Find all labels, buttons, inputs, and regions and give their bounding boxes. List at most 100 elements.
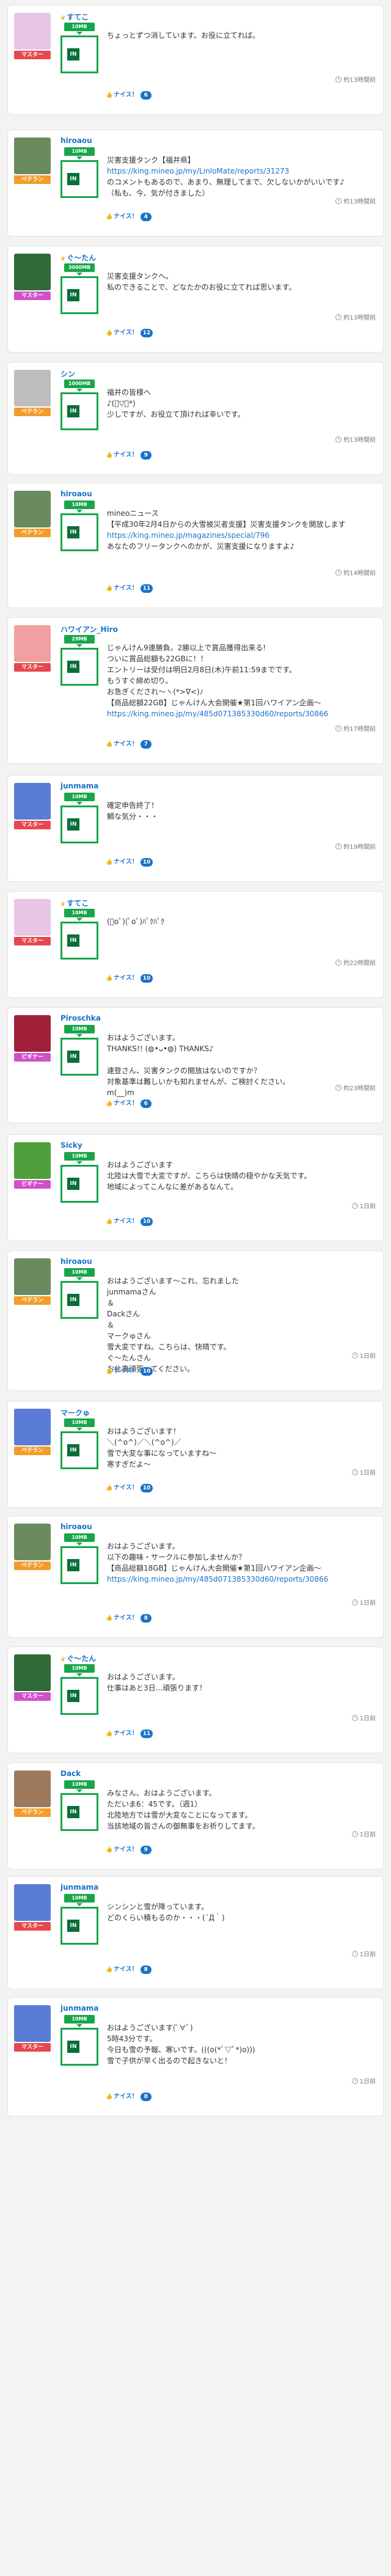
avatar[interactable] <box>14 1409 51 1445</box>
thumbs-up-icon: 👍 <box>106 330 113 336</box>
down-arrow-icon <box>76 1034 82 1037</box>
message-link[interactable]: https://king.mineo.jp/magazines/special/… <box>107 531 269 540</box>
user-name-link[interactable]: junmama <box>60 1883 98 1892</box>
nice-button[interactable]: 👍 ナイス！ 10 <box>106 1365 153 1376</box>
user-name-link[interactable]: Dack <box>60 1769 81 1778</box>
nice-label: ナイス！ <box>114 1846 138 1853</box>
avatar[interactable] <box>14 625 51 662</box>
tank-in-label: IN <box>67 818 79 831</box>
data-plan-indicator: 10MB IN <box>60 1152 98 1203</box>
avatar[interactable] <box>14 138 51 174</box>
user-name: hiroaou <box>60 1257 92 1266</box>
avatar[interactable] <box>14 1524 51 1560</box>
user-name-link[interactable]: hiroaou <box>60 1522 92 1531</box>
nice-label: ナイス！ <box>114 1615 138 1621</box>
down-arrow-icon <box>76 1277 82 1280</box>
nice-label: ナイス！ <box>114 1100 138 1107</box>
user-name-link[interactable]: ♛ すてこ <box>60 898 89 908</box>
user-name-link[interactable]: junmama <box>60 2004 98 2013</box>
thumbs-up-icon: 👍 <box>106 1847 113 1853</box>
avatar-image <box>14 1654 51 1691</box>
avatar[interactable] <box>14 783 51 820</box>
avatar[interactable] <box>14 1015 51 1052</box>
nice-button[interactable]: 👍 ナイス！ 10 <box>106 1482 153 1492</box>
tank-box: IN <box>60 392 98 430</box>
nice-button[interactable]: 👍 ナイス！ 8 <box>106 2091 152 2101</box>
post-message: おはようございます。 仕事はあと3日...頑張ります！ <box>107 1671 359 1693</box>
post-timestamp: 約23時間前 <box>335 1083 376 1092</box>
nice-button[interactable]: 👍 ナイス！ 4 <box>106 211 152 221</box>
tank-in-label: IN <box>67 173 79 185</box>
message-text: おはようございます。 仕事はあと3日...頑張ります！ <box>107 1673 207 1692</box>
post-message: ちょっとずつ消しています。お役に立てれば。 <box>107 30 359 41</box>
post-message: 福井の皆様へ ♪(ﾟ▽ﾟ*) 少しですが、お役立て頂ければ幸いです。 <box>107 387 359 420</box>
nice-button[interactable]: 👍 ナイス！ 6 <box>106 1098 152 1108</box>
clock-icon <box>335 314 342 320</box>
avatar[interactable] <box>14 1884 51 1921</box>
user-name-link[interactable]: hiroaou <box>60 490 92 498</box>
avatar[interactable] <box>14 899 51 936</box>
avatar[interactable] <box>14 2005 51 2042</box>
user-name-link[interactable]: hiroaou <box>60 136 92 145</box>
message-text: おはようございます〜これ、忘れました junmamaさん ＆ Dackさん ＆ … <box>107 1277 239 1373</box>
message-link[interactable]: https://king.mineo.jp/my/485d071385330d6… <box>107 1575 328 1583</box>
nice-button[interactable]: 👍 ナイス！ 11 <box>106 1728 153 1738</box>
post-card: マスター junmama 10MB IN シンシンと雪が降っています。 どのくらい積もる… <box>7 1876 384 1989</box>
post-card: マスター ♛ ぐ〜たん 10MB IN おはようございます。 仕事はあと3日...頑張りま… <box>7 1646 384 1753</box>
data-plan-indicator: 3000MB IN <box>60 263 98 314</box>
nice-button[interactable]: 👍 ナイス！ 12 <box>106 327 153 337</box>
avatar[interactable] <box>14 1654 51 1691</box>
nice-button[interactable]: 👍 ナイス！ 11 <box>106 582 153 593</box>
avatar[interactable] <box>14 1258 51 1295</box>
nice-button[interactable]: 👍 ナイス！ 8 <box>106 1612 152 1623</box>
message-link[interactable]: https://king.mineo.jp/my/485d071385330d6… <box>107 710 328 718</box>
avatar[interactable] <box>14 491 51 527</box>
tank-box: IN <box>60 1431 98 1469</box>
message-link[interactable]: https://king.mineo.jp/my/LinloMate/repor… <box>107 167 289 175</box>
nice-button[interactable]: 👍 ナイス！ 7 <box>106 738 152 749</box>
user-name-link[interactable]: junmama <box>60 782 98 790</box>
rank-badge: ベテラン <box>14 408 51 416</box>
thumbs-up-icon: 👍 <box>106 1368 113 1374</box>
plan-size-label: 10MB <box>64 909 95 917</box>
nice-button[interactable]: 👍 ナイス！ 10 <box>106 1216 153 1226</box>
user-name-link[interactable]: シン <box>60 369 75 379</box>
post-timestamp: 1日前 <box>351 1949 376 1958</box>
user-name-link[interactable]: Sicky <box>60 1141 82 1150</box>
nice-button[interactable]: 👍 ナイス！ 6 <box>106 89 152 100</box>
plan-size-label: 10MB <box>64 1894 95 1903</box>
nice-button[interactable]: 👍 ナイス！ 10 <box>106 856 153 867</box>
nice-count: 4 <box>140 213 152 221</box>
post-message: おはようございます。 以下の趣味・サークルに参加しませんか？ 【商品総額18GB… <box>107 1541 359 1585</box>
nice-label: ナイス！ <box>114 585 138 592</box>
avatar-image <box>14 370 51 406</box>
user-name: junmama <box>60 1883 99 1892</box>
avatar-image <box>14 1771 51 1807</box>
plan-size-label: 10MB <box>64 23 95 31</box>
user-name-link[interactable]: ♛ すてこ <box>60 12 89 22</box>
tank-box: IN <box>60 276 98 314</box>
avatar[interactable] <box>14 1771 51 1807</box>
avatar[interactable] <box>14 13 51 50</box>
user-name-link[interactable]: ハワイアン_Hiro <box>60 624 118 634</box>
post-card: ビギナー Sicky 10MB IN おはようございます 北陸は大雪で大変ですが、こちら… <box>7 1134 384 1241</box>
nice-button[interactable]: 👍 ナイス！ 10 <box>106 972 153 983</box>
nice-button[interactable]: 👍 ナイス！ 9 <box>106 1844 152 1854</box>
nice-button[interactable]: 👍 ナイス！ 9 <box>106 449 152 460</box>
post-message: 災害支援タンク【福井県】 https://king.mineo.jp/my/Lin… <box>107 155 359 199</box>
user-name-link[interactable]: Piroschka <box>60 1014 101 1022</box>
user-name-link[interactable]: マークゅ <box>60 1407 90 1418</box>
user-name-link[interactable]: ♛ ぐ〜たん <box>60 1653 96 1664</box>
message-text: のコメントもあるので、あまり、無理してまで、欠しないかがいいです♪ （私も、今、… <box>107 178 345 197</box>
message-text: おはようございます。 以下の趣味・サークルに参加しませんか？ 【商品総額18GB… <box>107 1542 321 1572</box>
user-name-link[interactable]: hiroaou <box>60 1257 92 1266</box>
avatar[interactable] <box>14 254 51 290</box>
rank-badge: マスター <box>14 937 51 945</box>
avatar[interactable] <box>14 370 51 406</box>
timestamp-text: 1日前 <box>359 1203 376 1210</box>
user-name-link[interactable]: ♛ ぐ〜たん <box>60 252 96 263</box>
avatar[interactable] <box>14 1142 51 1179</box>
nice-button[interactable]: 👍 ナイス！ 8 <box>106 1964 152 1974</box>
user-name: junmama <box>60 2004 99 2013</box>
post-timestamp: 1日前 <box>351 1598 376 1607</box>
